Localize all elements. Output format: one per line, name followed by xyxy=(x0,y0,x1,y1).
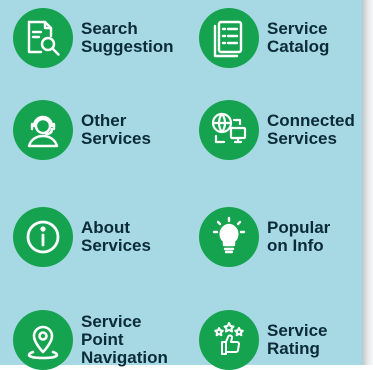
menu-item-label: Connected Services xyxy=(267,111,355,148)
menu-item-label: About Services xyxy=(81,218,151,255)
connected-globe-icon xyxy=(199,100,259,160)
menu-item-label: Service Catalog xyxy=(267,19,330,56)
menu-item-search-suggestion[interactable]: Search Suggestion xyxy=(13,8,174,68)
menu-item-other-services[interactable]: Other Services xyxy=(13,100,151,160)
thumbs-up-stars-icon xyxy=(199,310,259,370)
menu-item-connected-services[interactable]: Connected Services xyxy=(199,100,355,160)
menu-item-popular-on-info[interactable]: Popular on Info xyxy=(199,207,330,267)
headset-agent-icon xyxy=(13,100,73,160)
menu-item-label: Service Point Navigation xyxy=(81,312,168,367)
catalog-icon xyxy=(199,8,259,68)
lightbulb-icon xyxy=(199,207,259,267)
menu-item-label: Popular on Info xyxy=(267,218,331,255)
menu-item-service-rating[interactable]: Service Rating xyxy=(199,310,328,370)
menu-item-about-services[interactable]: About Services xyxy=(13,207,151,267)
menu-item-label: Search Suggestion xyxy=(81,19,174,56)
menu-item-service-point-navigation[interactable]: Service Point Navigation xyxy=(13,310,168,370)
location-pin-icon xyxy=(13,310,73,370)
search-document-icon xyxy=(13,8,73,68)
menu-item-service-catalog[interactable]: Service Catalog xyxy=(199,8,329,68)
panel-edge-shadow xyxy=(362,0,373,365)
info-icon xyxy=(13,207,73,267)
menu-item-label: Service Rating xyxy=(267,321,328,358)
menu-item-label: Other Services xyxy=(81,111,151,148)
